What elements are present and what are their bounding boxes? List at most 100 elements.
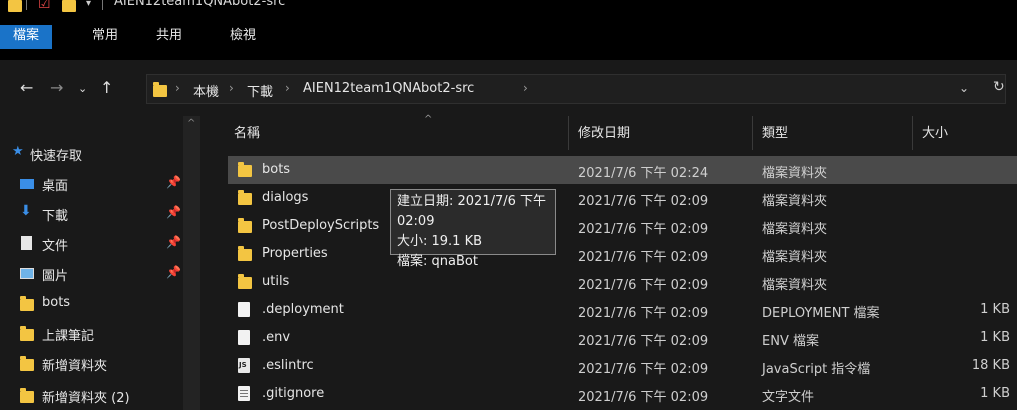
file-row[interactable]: .gitignore 2021/7/6 下午 02:09 文字文件 1 KB: [228, 380, 1017, 408]
file-size: 1 KB: [980, 330, 1010, 345]
ribbon-tabs: 檔案 常用 共用 檢視: [0, 24, 1017, 60]
breadcrumb-this-pc[interactable]: 本機: [193, 81, 219, 100]
file-size: 18 KB: [971, 358, 1010, 373]
picture-icon: [20, 268, 34, 279]
sidebar-item-label: 下載: [42, 209, 69, 224]
tooltip-files: 檔案: qnaBot: [397, 254, 478, 269]
sidebar-item-quick-access[interactable]: ★ 快速存取: [0, 140, 183, 168]
file-row[interactable]: .eslintrc 2021/7/6 下午 02:09 JavaScript 指…: [228, 352, 1017, 380]
sidebar-item-class-notes[interactable]: 上課筆記: [0, 320, 183, 348]
file-size: 1 KB: [980, 386, 1010, 401]
file-date: 2021/7/6 下午 02:09: [578, 362, 709, 377]
download-icon: ⬇: [20, 203, 32, 219]
file-size: 1 KB: [980, 302, 1010, 317]
file-date: 2021/7/6 下午 02:09: [578, 390, 709, 405]
back-arrow-icon[interactable]: ←: [20, 78, 33, 97]
chevron-down-icon[interactable]: ▾: [86, 0, 91, 9]
file-name: bots: [262, 162, 291, 177]
sidebar-item-documents[interactable]: 文件 📌: [0, 230, 183, 258]
chevron-right-icon[interactable]: ›: [229, 81, 234, 95]
sidebar-item-new-folder-2[interactable]: 新增資料夾 (2): [0, 382, 183, 410]
file-row[interactable]: dialogs 2021/7/6 下午 02:09 檔案資料夾: [228, 184, 1017, 212]
file-list: 名稱 ^ 修改日期 類型 大小 bots 2021/7/6 下午 02:24 檔…: [200, 114, 1017, 410]
pin-icon[interactable]: 📌: [166, 265, 181, 279]
tab-view[interactable]: 檢視: [222, 25, 264, 49]
file-row[interactable]: .deployment 2021/7/6 下午 02:09 DEPLOYMENT…: [228, 296, 1017, 324]
sidebar-item-label: bots: [42, 295, 71, 310]
sidebar-scrollbar[interactable]: ^: [183, 116, 200, 410]
sidebar-item-bots[interactable]: bots: [0, 290, 183, 318]
file-row[interactable]: Properties 2021/7/6 下午 02:09 檔案資料夾: [228, 240, 1017, 268]
file-date: 2021/7/6 下午 02:09: [578, 334, 709, 349]
column-header-name[interactable]: 名稱: [234, 122, 260, 141]
sidebar-item-pictures[interactable]: 圖片 📌: [0, 260, 183, 288]
column-header-size[interactable]: 大小: [922, 122, 948, 141]
file-date: 2021/7/6 下午 02:09: [578, 306, 709, 321]
file-type: 檔案資料夾: [762, 250, 828, 265]
sidebar-item-label: 圖片: [42, 269, 69, 284]
up-arrow-icon[interactable]: ↑: [100, 78, 113, 97]
sidebar-item-label: 快速存取: [30, 149, 83, 164]
sidebar-item-new-folder[interactable]: 新增資料夾: [0, 350, 183, 378]
checkmark-icon[interactable]: ☑: [38, 0, 51, 12]
address-bar[interactable]: › 本機 › 下載 › AIEN12team1QNAbot2-src › ⌄ ↻: [146, 74, 1006, 104]
tooltip-size: 大小: 19.1 KB: [397, 234, 483, 249]
star-icon: ★: [12, 144, 24, 159]
desktop-icon: [20, 179, 34, 189]
recent-locations-chevron-icon[interactable]: ⌄: [78, 82, 87, 95]
file-name: .env: [262, 330, 291, 345]
tab-home[interactable]: 常用: [84, 25, 126, 49]
title-bar: ☑ ▾ AIEN12team1QNAbot2-src: [0, 0, 1017, 24]
file-name: dialogs: [262, 190, 309, 205]
sidebar-item-label: 新增資料夾 (2): [42, 391, 130, 406]
chevron-right-icon[interactable]: ›: [175, 81, 180, 95]
file-date: 2021/7/6 下午 02:09: [578, 222, 709, 237]
file-date: 2021/7/6 下午 02:24: [578, 166, 709, 181]
scroll-up-icon[interactable]: ^: [187, 118, 195, 129]
file-type: 檔案資料夾: [762, 166, 828, 181]
file-row[interactable]: bots 2021/7/6 下午 02:24 檔案資料夾: [228, 156, 1017, 184]
pin-icon[interactable]: 📌: [166, 235, 181, 249]
file-name: PostDeployScripts: [262, 218, 380, 233]
file-name: Properties: [262, 246, 328, 261]
file-row[interactable]: utils 2021/7/6 下午 02:09 檔案資料夾: [228, 268, 1017, 296]
breadcrumb-downloads[interactable]: 下載: [247, 81, 273, 100]
file-name: .gitignore: [262, 386, 325, 401]
chevron-right-icon[interactable]: ›: [523, 81, 528, 95]
file-name: .eslintrc: [262, 358, 314, 373]
tab-share[interactable]: 共用: [148, 25, 190, 49]
pin-icon[interactable]: 📌: [166, 175, 181, 189]
breadcrumb-current-folder[interactable]: AIEN12team1QNAbot2-src: [303, 81, 474, 96]
file-type: ENV 檔案: [762, 334, 819, 349]
file-type: 檔案資料夾: [762, 222, 828, 237]
file-name: .deployment: [262, 302, 344, 317]
file-type: 檔案資料夾: [762, 278, 828, 293]
sidebar-item-label: 新增資料夾: [42, 359, 108, 374]
sidebar-item-label: 文件: [42, 239, 69, 254]
refresh-icon[interactable]: ↻: [993, 79, 1005, 95]
file-date: 2021/7/6 下午 02:09: [578, 194, 709, 209]
file-type: JavaScript 指令檔: [762, 362, 871, 377]
pin-icon[interactable]: 📌: [166, 205, 181, 219]
column-header-type[interactable]: 類型: [762, 122, 788, 141]
column-header-date[interactable]: 修改日期: [578, 122, 630, 141]
tab-file[interactable]: 檔案: [0, 25, 52, 49]
file-row[interactable]: PostDeployScripts 2021/7/6 下午 02:09 檔案資料…: [228, 212, 1017, 240]
chevron-right-icon[interactable]: ›: [285, 81, 290, 95]
window-title: AIEN12team1QNAbot2-src: [114, 0, 286, 9]
sidebar-item-label: 上課筆記: [42, 329, 95, 344]
file-date: 2021/7/6 下午 02:09: [578, 278, 709, 293]
sidebar-item-downloads[interactable]: ⬇ 下載 📌: [0, 200, 183, 228]
tooltip-created-date: 建立日期: 2021/7/6 下午 02:09: [397, 194, 547, 229]
chevron-down-icon[interactable]: ⌄: [959, 81, 969, 95]
sort-ascending-icon: ^: [424, 114, 433, 125]
navigation-bar: ← → ⌄ ↑ › 本機 › 下載 › AIEN12team1QNAbot2-s…: [0, 60, 1017, 116]
forward-arrow-icon[interactable]: →: [50, 78, 63, 97]
file-tooltip: 建立日期: 2021/7/6 下午 02:09 大小: 19.1 KB 檔案: …: [390, 189, 556, 269]
sidebar-item-desktop[interactable]: 桌面 📌: [0, 170, 183, 198]
navigation-pane: ★ 快速存取 桌面 📌 ⬇ 下載 📌 文件 📌 圖片 📌 bots 上課筆記 新…: [0, 116, 200, 410]
file-name: utils: [262, 274, 290, 289]
sidebar-item-label: 桌面: [42, 179, 69, 194]
file-row[interactable]: .env 2021/7/6 下午 02:09 ENV 檔案 1 KB: [228, 324, 1017, 352]
file-date: 2021/7/6 下午 02:09: [578, 250, 709, 265]
